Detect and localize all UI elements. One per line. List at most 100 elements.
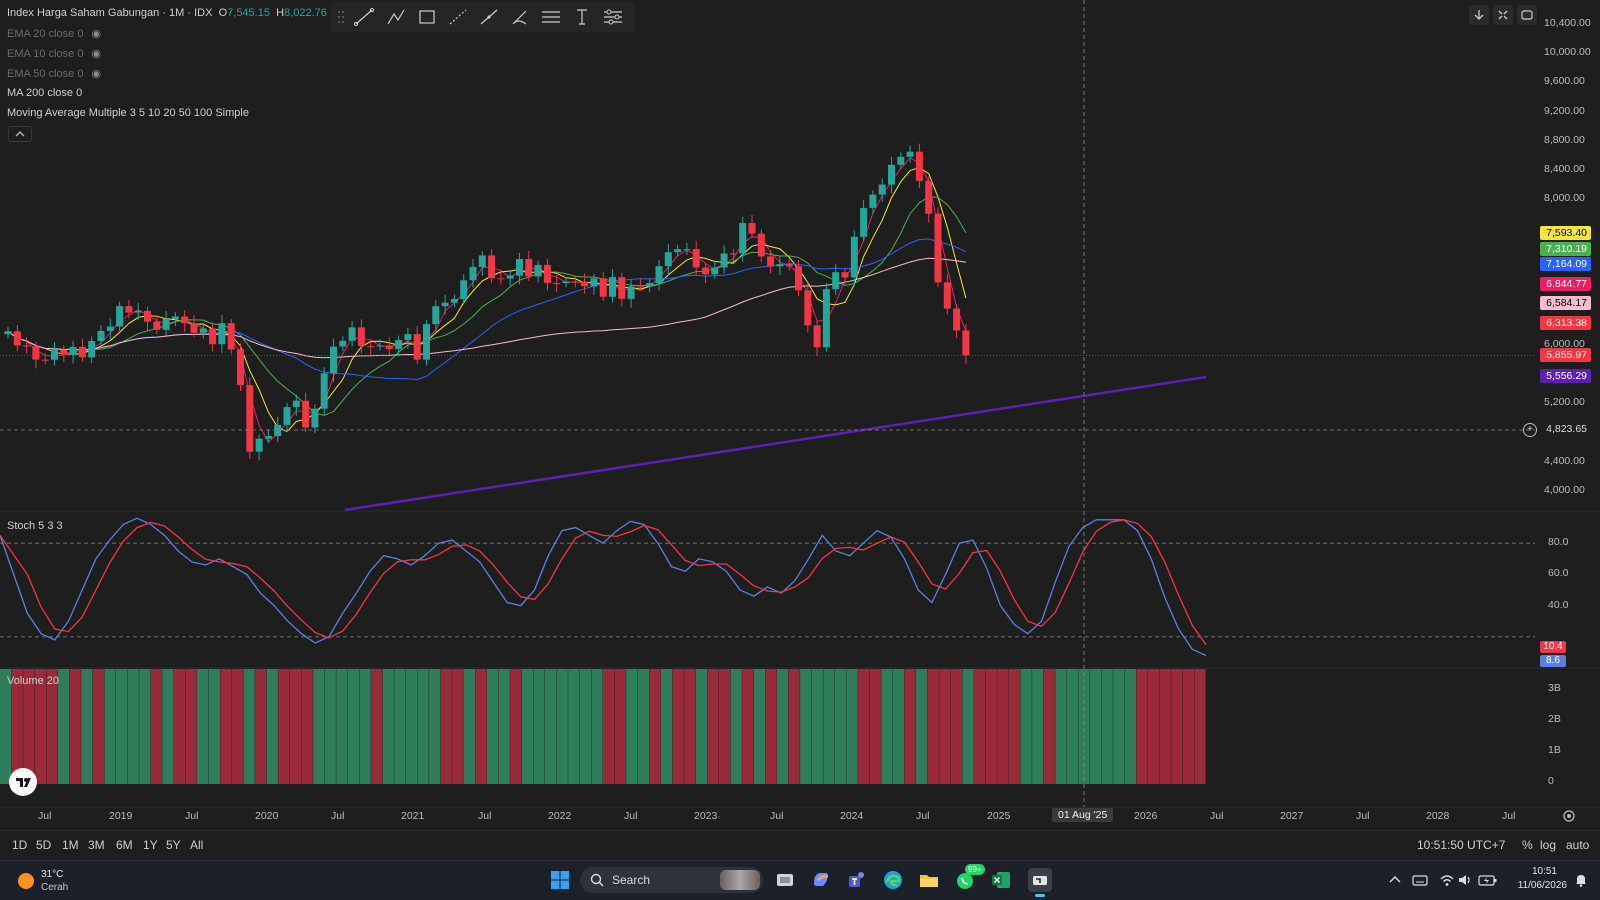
trend-line-tool[interactable] xyxy=(350,2,376,32)
tf-1m[interactable]: 1M xyxy=(62,838,79,852)
axis-settings-button[interactable] xyxy=(1561,808,1577,824)
fullscreen-icon xyxy=(1521,10,1533,20)
candle-body xyxy=(302,400,310,428)
copilot-icon xyxy=(814,873,829,886)
collapse-button[interactable] xyxy=(1493,5,1513,25)
indicator-label: Stoch 5 3 3 xyxy=(7,520,63,532)
settings-tool[interactable] xyxy=(599,2,625,32)
ma-200-line xyxy=(344,375,1207,512)
candle-body xyxy=(432,306,440,325)
battery-button[interactable] xyxy=(1478,872,1498,888)
volume-bar xyxy=(753,669,765,784)
time-tick-label: Jul xyxy=(916,810,930,822)
path-tool[interactable] xyxy=(382,2,408,32)
fullscreen-button[interactable] xyxy=(1517,5,1537,25)
taskbar-search[interactable]: Search xyxy=(580,867,763,893)
copilot-button[interactable] xyxy=(809,868,833,892)
tf-5y[interactable]: 5Y xyxy=(166,838,181,852)
volume-bar xyxy=(1101,669,1113,784)
indicator-ma200[interactable]: MA 200 close 0 xyxy=(7,87,82,99)
indicator-ema10[interactable]: EMA 10 close 0 ◉ xyxy=(7,47,101,60)
candle-body xyxy=(330,346,337,374)
volume-bar xyxy=(788,669,800,784)
start-button[interactable] xyxy=(548,868,572,892)
volume-bar xyxy=(510,669,522,784)
volume-tick-label: 3B xyxy=(1548,682,1561,694)
volume-legend[interactable]: Volume 20 xyxy=(7,675,59,687)
volume-button[interactable] xyxy=(1457,872,1473,888)
eye-off-icon[interactable]: ◉ xyxy=(91,47,101,60)
volume-bar xyxy=(626,669,638,784)
eye-off-icon[interactable]: ◉ xyxy=(91,67,101,80)
download-button[interactable] xyxy=(1469,5,1489,25)
brush-icon xyxy=(512,10,527,25)
whatsapp-button[interactable]: 99+ xyxy=(953,864,985,892)
stoch-legend[interactable]: Stoch 5 3 3 xyxy=(7,520,63,532)
collapse-legend-button[interactable] xyxy=(8,126,32,142)
candle-body xyxy=(553,282,561,284)
stoch-tick-label: 80.0 xyxy=(1548,536,1569,549)
notifications-button[interactable] xyxy=(1573,872,1589,888)
candle-body xyxy=(32,346,40,360)
volume-bar xyxy=(1182,669,1194,784)
wifi-button[interactable] xyxy=(1439,872,1455,888)
ma-20-line xyxy=(7,238,967,380)
tf-1y[interactable]: 1Y xyxy=(143,838,158,852)
indicator-ema20[interactable]: EMA 20 close 0 ◉ xyxy=(7,27,101,40)
tf-all[interactable]: All xyxy=(190,838,203,852)
time-tick-label: 2024 xyxy=(840,810,864,822)
search-placeholder: Search xyxy=(612,873,651,887)
extended-line-tool[interactable] xyxy=(475,2,501,32)
horizontal-lines-tool[interactable] xyxy=(537,2,563,32)
time-tick-label: Jul xyxy=(624,810,638,822)
tray-overflow-button[interactable] xyxy=(1387,872,1403,888)
tray-time[interactable]: 10:51 xyxy=(1523,866,1557,877)
search-highlight-image xyxy=(720,870,760,890)
candle-body xyxy=(571,281,579,283)
tf-5d[interactable]: 5D xyxy=(36,838,51,852)
ray-tool[interactable] xyxy=(444,2,470,32)
rectangle-tool[interactable] xyxy=(413,2,439,32)
notification-badge: 99+ xyxy=(965,864,985,875)
time-tick-label: Jul xyxy=(478,810,492,822)
file-explorer-button[interactable] xyxy=(917,868,941,892)
auto-toggle[interactable]: auto xyxy=(1566,838,1589,852)
indicator-ema50[interactable]: EMA 50 close 0 ◉ xyxy=(7,67,101,80)
volume-bar xyxy=(1055,669,1067,784)
tf-3m[interactable]: 3M xyxy=(88,838,105,852)
ma-50-line xyxy=(7,257,966,359)
candle-body xyxy=(237,349,244,386)
tf-6m[interactable]: 6M xyxy=(116,838,133,852)
tray-date[interactable]: 11/06/2026 xyxy=(1510,880,1567,891)
candle-body xyxy=(171,316,179,319)
edge-button[interactable] xyxy=(881,868,905,892)
percent-toggle[interactable]: % xyxy=(1522,838,1533,852)
brush-tool[interactable] xyxy=(506,2,532,32)
price-chart[interactable] xyxy=(0,0,1600,820)
task-view-button[interactable] xyxy=(773,868,797,892)
candle-body xyxy=(683,249,691,251)
volume-bar xyxy=(962,669,974,784)
volume-bar xyxy=(545,669,557,784)
candle-body xyxy=(97,330,105,341)
eye-off-icon[interactable]: ◉ xyxy=(91,27,101,40)
teams-button[interactable] xyxy=(845,868,869,892)
candle-body xyxy=(162,318,170,330)
weather-widget[interactable]: 31°C Cerah xyxy=(14,867,94,895)
tradingview-logo[interactable] xyxy=(9,768,37,796)
crosshair-add-icon[interactable]: + xyxy=(1523,423,1537,437)
indicator-ma-multiple[interactable]: Moving Average Multiple 3 5 10 20 50 100… xyxy=(7,107,249,119)
candle-body xyxy=(357,327,365,347)
text-tool[interactable] xyxy=(568,2,594,32)
excel-button[interactable] xyxy=(989,868,1013,892)
tf-1d[interactable]: 1D xyxy=(12,838,27,852)
tradingview-taskbar-button[interactable] xyxy=(1028,868,1052,897)
volume-bar xyxy=(58,669,70,784)
tv-app-icon xyxy=(1033,876,1047,885)
arrow-down-icon xyxy=(1474,10,1484,20)
candle-body xyxy=(292,400,300,408)
clock-display[interactable]: 10:51:50 UTC+7 xyxy=(1417,838,1505,852)
log-toggle[interactable]: log xyxy=(1540,838,1556,852)
keyboard-button[interactable] xyxy=(1412,872,1428,888)
text-cursor-icon xyxy=(577,9,587,25)
